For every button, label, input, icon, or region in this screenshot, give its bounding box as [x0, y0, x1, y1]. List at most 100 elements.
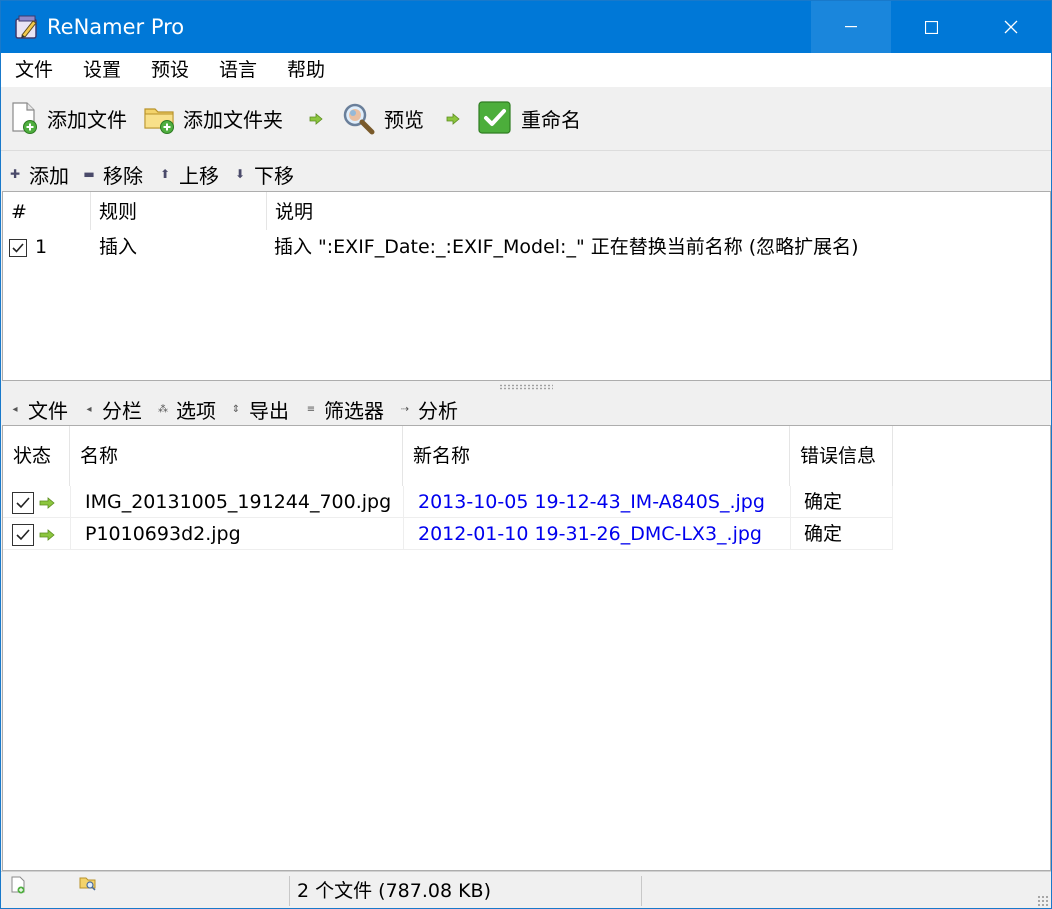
files-toolbar: ◂ 文件 ◂ 分栏 ⁂ 选项 ⇕ 导出 ≡ 筛选器 ⇢ 分析 — [1, 393, 1051, 425]
minimize-icon — [845, 26, 857, 28]
arrow-up-icon: ⬆ — [159, 167, 171, 181]
rules-list[interactable]: # 规则 说明 1 插入 插入 ":EXIF_Date:_:EXIF_Model… — [2, 191, 1051, 381]
add-folder-label: 添加文件夹 — [183, 107, 283, 132]
window-title: ReNamer Pro — [47, 15, 185, 39]
magnifier-icon — [343, 103, 375, 135]
menu-presets[interactable]: 预设 — [151, 57, 189, 83]
file-row[interactable]: IMG_20131005_191244_700.jpg 2013-10-05 1… — [3, 486, 893, 518]
menu-help[interactable]: 帮助 — [287, 57, 325, 83]
title-bar[interactable]: ReNamer Pro — [1, 1, 1051, 53]
column-header-number[interactable]: # — [3, 192, 91, 230]
options-icon: ⁂ — [158, 403, 168, 415]
add-file-small-icon[interactable] — [9, 876, 27, 894]
rename-label: 重命名 — [521, 107, 581, 132]
rules-toolbar: ✚ 添加 ▬ 移除 ⬆ 上移 ⬇ 下移 — [1, 155, 1051, 191]
menu-language[interactable]: 语言 — [219, 57, 257, 83]
file-error: 确定 — [804, 523, 843, 545]
rule-row[interactable]: 1 插入 插入 ":EXIF_Date:_:EXIF_Model:_" 正在替换… — [3, 230, 1050, 262]
maximize-button[interactable] — [891, 1, 971, 53]
add-folder-button[interactable]: 添加文件夹 — [143, 99, 283, 137]
close-icon — [1004, 20, 1018, 34]
filters-button[interactable]: ≡ 筛选器 — [305, 395, 384, 423]
arrow-right-icon — [39, 528, 55, 541]
checkbox-checked-icon[interactable] — [9, 238, 27, 257]
columns-icon: ◂ — [86, 403, 92, 415]
file-error: 确定 — [804, 491, 843, 513]
arrow-right-icon — [39, 496, 55, 509]
column-header-description[interactable]: 说明 — [267, 192, 1050, 230]
export-icon: ⇕ — [231, 403, 241, 415]
move-up-button[interactable]: ⬆ 上移 — [159, 161, 219, 188]
remove-rule-label: 移除 — [103, 163, 143, 188]
app-logo-icon — [15, 15, 37, 39]
options-button[interactable]: ⁂ 选项 — [157, 395, 216, 423]
file-new-name: 2012-01-10 19-31-26_DMC-LX3_.jpg — [418, 523, 762, 545]
column-header-error[interactable]: 错误信息 — [790, 426, 893, 486]
file-row[interactable]: P1010693d2.jpg 2012-01-10 19-31-26_DMC-L… — [3, 518, 893, 550]
columns-label: 分栏 — [102, 398, 142, 423]
add-rule-label: 添加 — [29, 163, 69, 188]
filters-icon: ≡ — [306, 403, 316, 415]
options-label: 选项 — [176, 398, 216, 423]
checkbox-checked-icon[interactable] — [12, 491, 34, 514]
app-window: ReNamer Pro 文件 设置 预设 语言 帮助 添加文件 添加文件夹 预览… — [0, 0, 1052, 909]
add-rule-button[interactable]: ✚ 添加 — [9, 161, 69, 188]
analyze-icon: ⇢ — [400, 403, 410, 415]
move-up-label: 上移 — [179, 163, 219, 188]
files-list[interactable]: 状态 名称 新名称 错误信息 IMG_20131005_191244_700.j… — [2, 425, 1051, 871]
file-status-arrow — [39, 486, 55, 518]
file-status-arrow — [39, 518, 55, 550]
columns-button[interactable]: ◂ 分栏 — [83, 395, 142, 423]
rule-description: 插入 ":EXIF_Date:_:EXIF_Model:_" 正在替换当前名称 … — [274, 236, 859, 258]
status-bar: 2 个文件 (787.08 KB) — [1, 871, 1051, 908]
preview-label: 预览 — [384, 107, 424, 132]
menu-settings[interactable]: 设置 — [83, 57, 121, 83]
remove-rule-button[interactable]: ▬ 移除 — [83, 161, 143, 188]
menu-bar: 文件 设置 预设 语言 帮助 — [1, 53, 1051, 87]
file-name: P1010693d2.jpg — [85, 523, 241, 545]
move-down-button[interactable]: ⬇ 下移 — [234, 161, 294, 188]
menu-file[interactable]: 文件 — [15, 57, 53, 83]
minus-icon: ▬ — [83, 167, 95, 181]
filters-label: 筛选器 — [324, 398, 384, 423]
checkbox-checked-icon[interactable] — [12, 523, 34, 546]
resize-grip-icon[interactable] — [1037, 895, 1049, 907]
analyze-button[interactable]: ⇢ 分析 — [399, 395, 458, 423]
move-down-label: 下移 — [254, 163, 294, 188]
column-header-state[interactable]: 状态 — [3, 426, 70, 486]
close-button[interactable] — [971, 1, 1051, 53]
arrow-down-icon: ⬇ — [234, 167, 246, 181]
rename-check-icon — [478, 101, 511, 134]
file-new-name: 2013-10-05 19-12-43_IM-A840S_.jpg — [418, 491, 765, 513]
add-files-button[interactable]: 添加文件 — [9, 99, 127, 137]
add-folder-icon — [144, 108, 174, 134]
maximize-icon — [924, 20, 938, 34]
minimize-button[interactable] — [811, 1, 891, 53]
rule-number: 1 — [35, 236, 48, 258]
file-name: IMG_20131005_191244_700.jpg — [85, 491, 392, 513]
add-file-icon — [12, 102, 37, 134]
column-header-rule[interactable]: 规则 — [91, 192, 267, 230]
files-menu-button[interactable]: ◂ 文件 — [9, 395, 68, 423]
analyze-label: 分析 — [418, 398, 458, 423]
export-label: 导出 — [249, 398, 289, 423]
main-toolbar: 添加文件 添加文件夹 预览 重命名 — [1, 87, 1051, 151]
rules-header: # 规则 说明 — [3, 192, 1050, 230]
panel-splitter[interactable] — [1, 381, 1051, 393]
file-checkbox[interactable] — [12, 486, 34, 518]
splitter-grip-icon[interactable] — [499, 384, 553, 390]
plus-icon: ✚ — [9, 167, 21, 181]
export-button[interactable]: ⇕ 导出 — [230, 395, 289, 423]
rule-checkbox[interactable] — [9, 230, 27, 262]
file-checkbox[interactable] — [12, 518, 34, 550]
preview-button[interactable]: 预览 — [341, 99, 424, 137]
arrow-right-icon — [309, 113, 323, 125]
files-menu-icon: ◂ — [12, 403, 18, 415]
add-files-label: 添加文件 — [47, 107, 127, 132]
rename-button[interactable]: 重命名 — [478, 99, 581, 137]
column-header-name[interactable]: 名称 — [70, 426, 403, 486]
files-menu-label: 文件 — [28, 398, 68, 423]
column-header-new-name[interactable]: 新名称 — [403, 426, 790, 486]
folder-search-icon[interactable] — [79, 874, 97, 892]
file-count-status: 2 个文件 (787.08 KB) — [297, 880, 492, 902]
